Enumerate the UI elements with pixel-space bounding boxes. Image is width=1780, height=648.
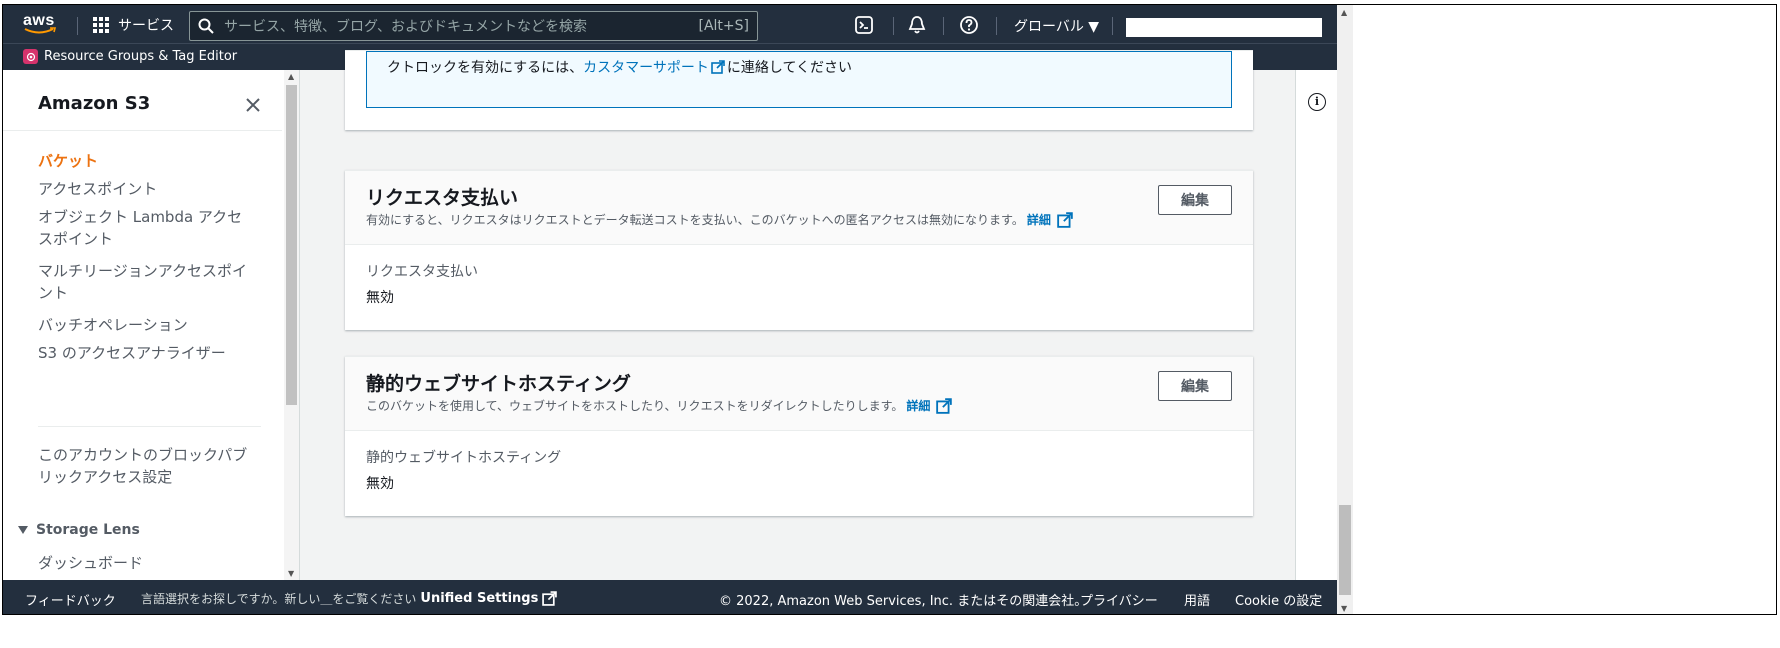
help-icon[interactable] [959,15,979,35]
requester-pays-edit-button[interactable]: 編集 [1158,185,1232,215]
sidebar-item-dashboards[interactable]: ダッシュボード [38,552,248,574]
sidebar-scroll-thumb[interactable] [286,85,297,405]
static-hosting-field-value: 無効 [366,476,394,492]
static-hosting-description: このバケットを使用して、ウェブサイトをホストしたり、リクエストをリダイレクトした… [366,399,904,413]
search-icon [198,18,214,34]
nav-divider [996,17,997,35]
divider [38,426,261,427]
close-icon[interactable] [244,96,262,114]
resource-groups-label: Resource Groups & Tag Editor [44,49,238,64]
tools-panel: i [1295,70,1337,580]
static-hosting-field-label: 静的ウェブサイトホスティング [366,450,562,466]
sidebar-item-multi-region-access-points[interactable]: マルチリージョンアクセスポイント [38,260,248,304]
services-menu-button[interactable]: サービス [93,15,174,35]
region-selector[interactable]: グローバル ▼ [1014,16,1099,36]
sidebar-item-batch-operations[interactable]: バッチオペレーション [38,314,248,336]
resource-groups-icon [23,49,38,64]
language-notice: 言語選択をお探しですか。新しい＿をご覧ください Unified Settings [141,590,558,607]
unified-settings-link[interactable]: Unified Settings [420,591,538,606]
customer-support-link[interactable]: カスタマーサポート [583,60,709,76]
aws-console: aws サービス サービス、特徴、ブログ、およびドキュメントなどを検索 [Alt… [3,5,1337,614]
feedback-link[interactable]: フィードバック [25,590,116,609]
search-shortcut: [Alt+S] [698,18,750,34]
sidebar-title[interactable]: Amazon S3 [38,93,150,114]
empty-area [1355,5,1776,614]
requester-pays-title: リクエスタ支払い [366,187,519,209]
nav-divider [77,17,78,35]
divider [3,130,282,131]
external-link-icon[interactable] [1057,211,1073,228]
services-label: サービス [118,18,174,34]
browser-frame: aws サービス サービス、特徴、ブログ、およびドキュメントなどを検索 [Alt… [2,4,1777,615]
nav-divider [893,17,894,35]
object-lock-card: クトロックを有効にするには、カスタマーサポート に連絡してください [345,50,1253,130]
cookie-settings-link[interactable]: Cookie の設定 [1235,590,1322,609]
alert-text: クトロックを有効にするには、カスタマーサポート に連絡してください [387,57,852,77]
scroll-down-icon[interactable]: ▼ [1341,604,1347,613]
requester-pays-field-value: 無効 [366,290,394,306]
copyright-text: © 2022, Amazon Web Services, Inc. またはその関… [719,594,1088,609]
static-hosting-edit-button[interactable]: 編集 [1158,371,1232,401]
storage-lens-header: Storage Lens [36,522,140,538]
sidebar-item-access-analyzer[interactable]: S3 のアクセスアナライザー [38,342,248,364]
search-input[interactable]: サービス、特徴、ブログ、およびドキュメントなどを検索 [Alt+S] [189,11,758,41]
sidebar-scrollbar[interactable]: ▲ ▼ [284,70,299,580]
search-placeholder: サービス、特徴、ブログ、およびドキュメントなどを検索 [224,19,588,35]
alert-text-prefix: クトロックを有効にするには、 [387,60,584,76]
language-notice-text: 言語選択をお探しですか。新しい＿をご覧ください [141,592,417,606]
static-hosting-title: 静的ウェブサイトホスティング [366,373,631,395]
privacy-link[interactable]: プライバシー [1080,590,1158,609]
sidebar-item-buckets[interactable]: バケット [38,150,248,172]
static-website-hosting-card: 静的ウェブサイトホスティング このバケットを使用して、ウェブサイトをホストしたり… [345,356,1253,516]
bell-icon[interactable] [907,15,927,35]
aws-smile-icon [24,27,57,34]
top-navigation: aws サービス サービス、特徴、ブログ、およびドキュメントなどを検索 [Alt… [3,5,1337,43]
info-alert: クトロックを有効にするには、カスタマーサポート に連絡してください [366,51,1232,108]
aws-logo[interactable]: aws [23,10,59,38]
requester-pays-description-row: 有効にすると、リクエスタはリクエストとデータ転送コストを支払い、このバケットへの… [366,211,1073,228]
grid-icon [93,16,110,34]
resource-groups-shortcut[interactable]: Resource Groups & Tag Editor [23,49,237,64]
sidebar-item-access-points[interactable]: アクセスポイント [38,178,248,200]
caret-down-icon [18,526,28,534]
page-scroll-thumb[interactable] [1339,505,1351,595]
info-icon[interactable]: i [1308,93,1326,111]
requester-pays-description: 有効にすると、リクエスタはリクエストとデータ転送コストを支払い、このバケットへの… [366,213,1024,227]
sidebar-item-object-lambda-access-points[interactable]: オブジェクト Lambda アクセスポイント [38,206,248,250]
nav-divider [943,17,944,35]
page-scrollbar[interactable]: ▲ ▼ [1337,5,1353,614]
account-menu[interactable] [1126,18,1322,37]
scroll-down-icon[interactable]: ▼ [288,569,294,578]
static-hosting-info-link[interactable]: 詳細 [906,397,930,414]
side-navigation: Amazon S3 バケット アクセスポイント オブジェクト Lambda アク… [3,70,300,580]
storage-lens-section-toggle[interactable]: Storage Lens [18,522,140,538]
requester-pays-card: リクエスタ支払い 有効にすると、リクエスタはリクエストとデータ転送コストを支払い… [345,170,1253,330]
static-hosting-description-row: このバケットを使用して、ウェブサイトをホストしたり、リクエストをリダイレクトした… [366,397,953,414]
requester-pays-field-label: リクエスタ支払い [366,264,478,280]
external-link-icon [711,60,725,74]
scroll-up-icon[interactable]: ▲ [1341,8,1347,17]
card-header: 静的ウェブサイトホスティング このバケットを使用して、ウェブサイトをホストしたり… [345,357,1253,431]
external-link-icon[interactable] [542,591,558,606]
cloudshell-icon[interactable] [854,15,874,35]
footer: フィードバック 言語選択をお探しですか。新しい＿をご覧ください Unified … [3,580,1337,614]
nav-divider [1112,17,1113,35]
alert-text-suffix: に連絡してください [726,60,853,76]
requester-pays-info-link[interactable]: 詳細 [1027,211,1051,228]
external-link-icon[interactable] [936,397,953,414]
terms-link[interactable]: 用語 [1184,590,1210,609]
main-content: クトロックを有効にするには、カスタマーサポート に連絡してください リクエスタ支払… [300,50,1295,580]
sidebar-item-block-public-access[interactable]: このアカウントのブロックパブリックアクセス設定 [38,444,248,488]
card-header: リクエスタ支払い 有効にすると、リクエスタはリクエストとデータ転送コストを支払い… [345,171,1253,245]
scroll-up-icon[interactable]: ▲ [288,72,294,81]
